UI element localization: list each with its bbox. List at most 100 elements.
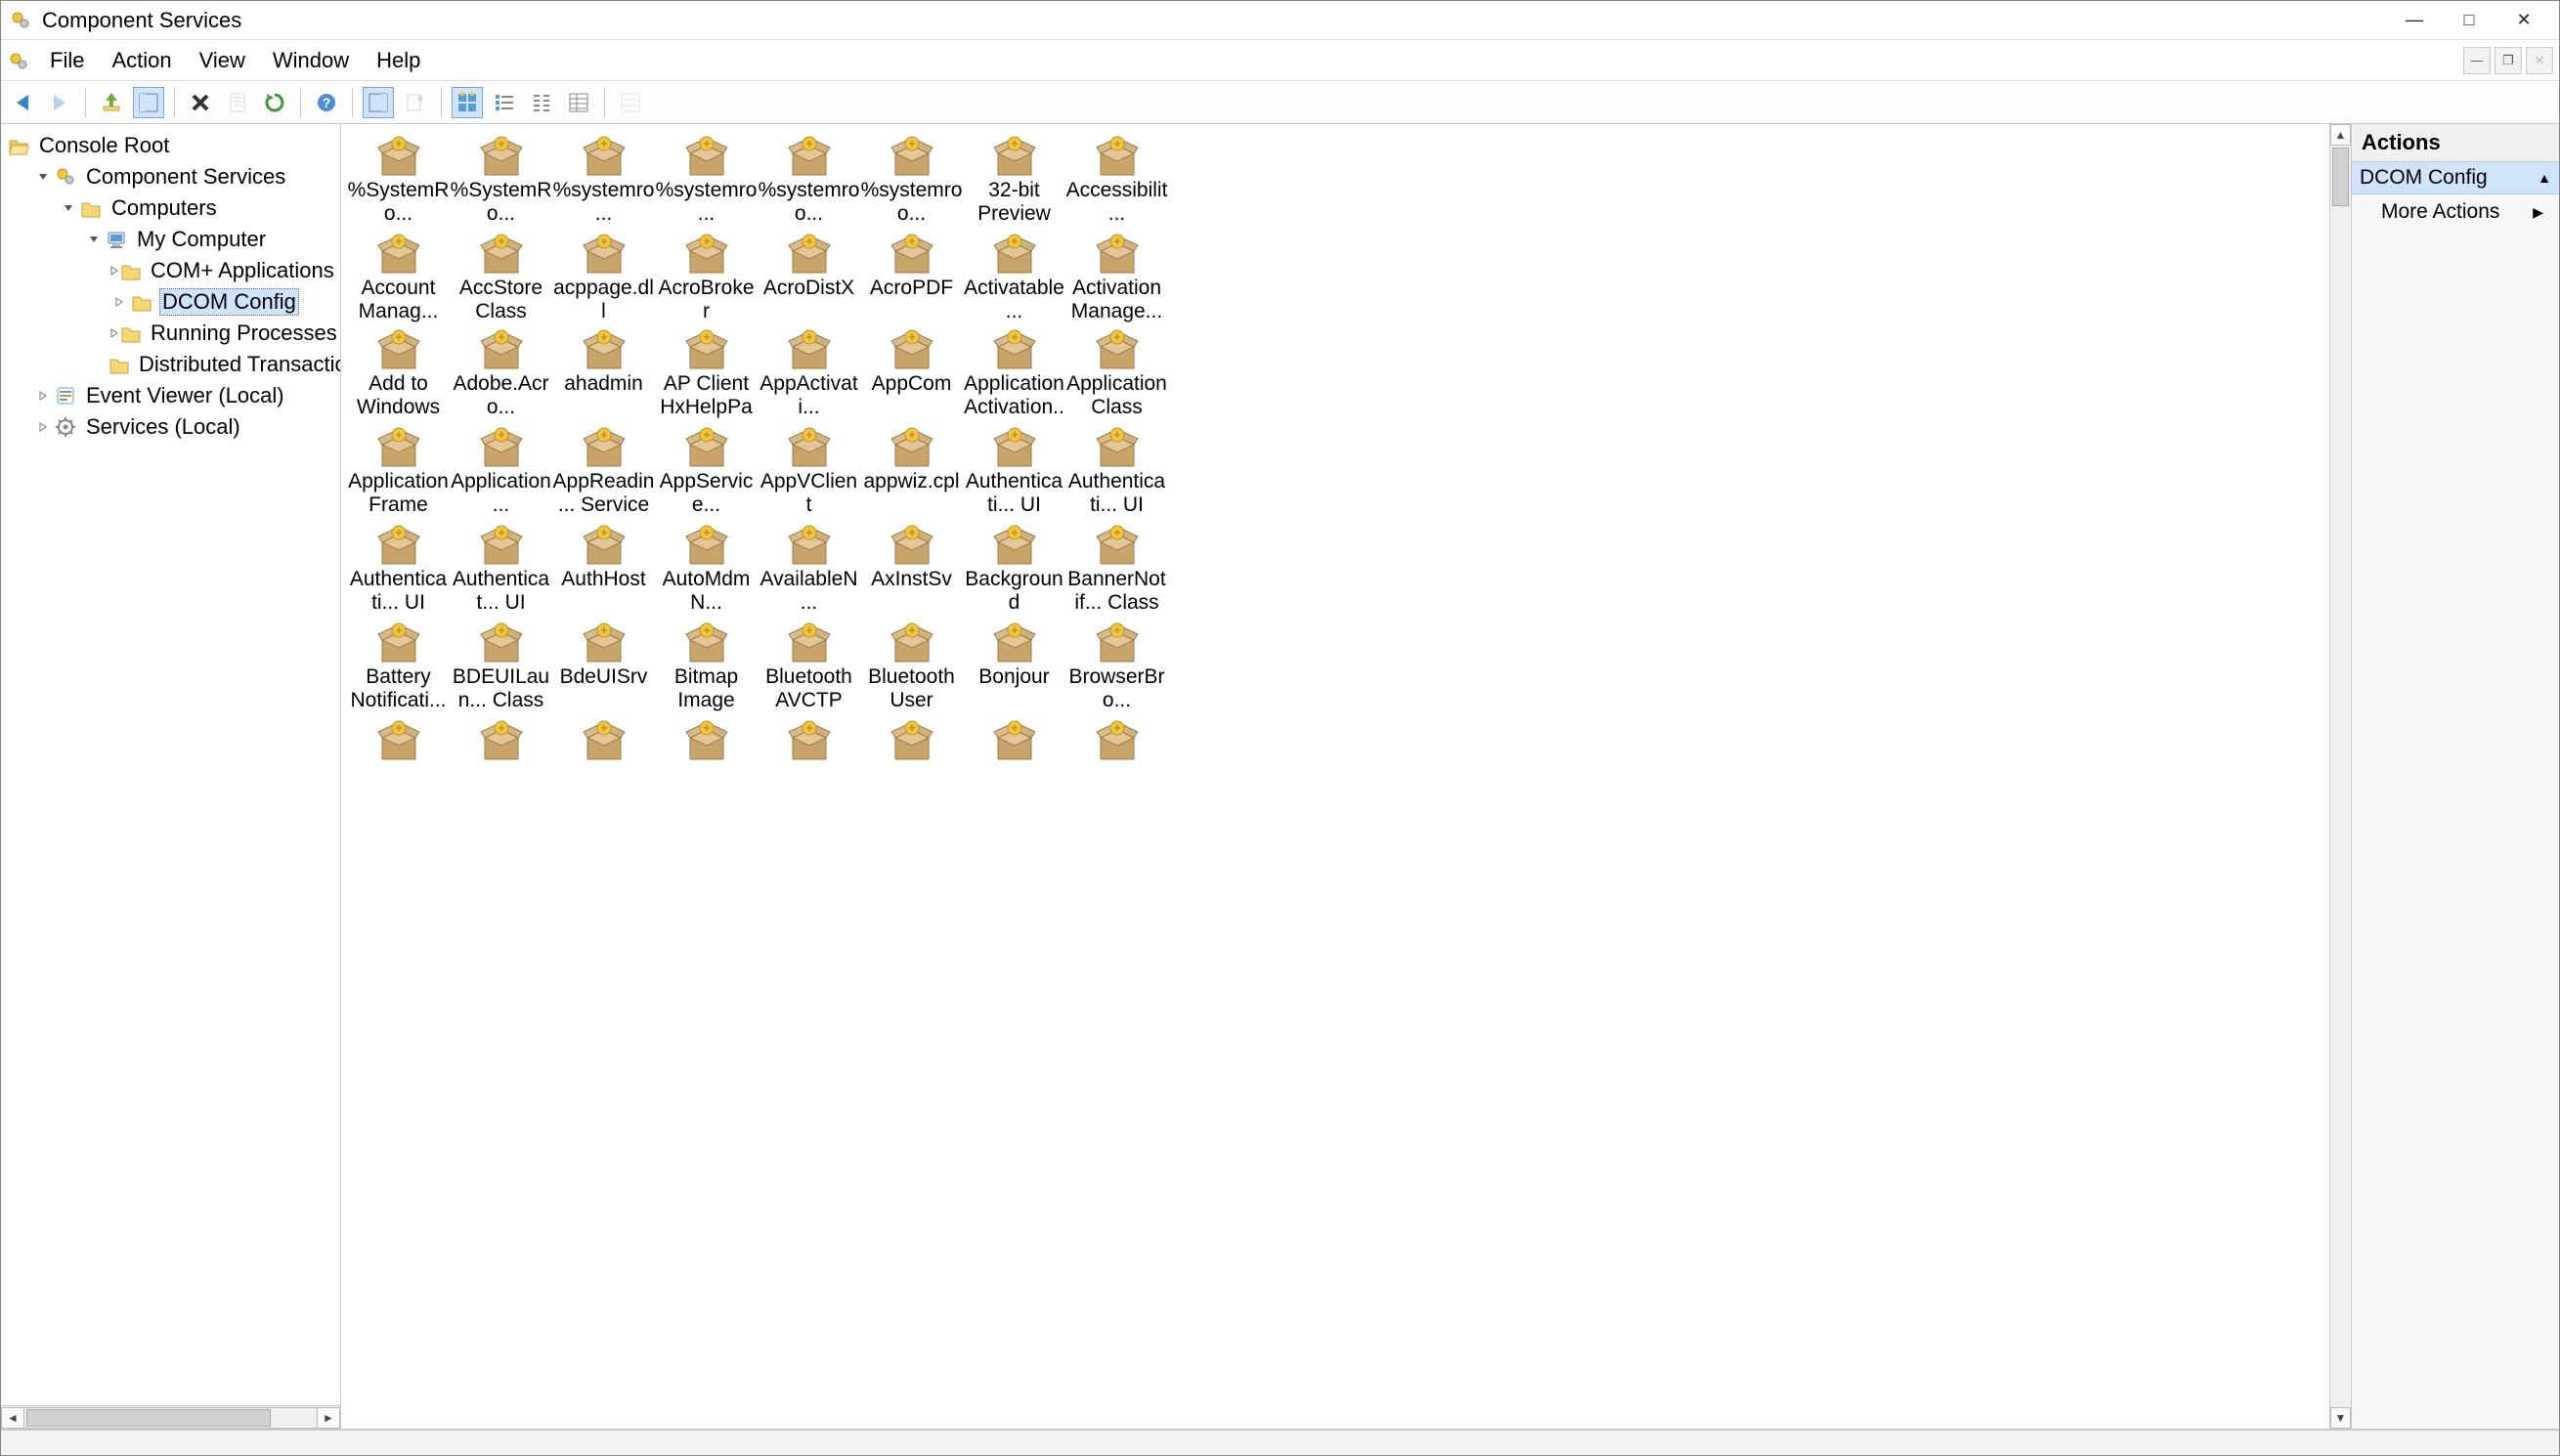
toolbar-list-button[interactable] (526, 87, 557, 118)
dcom-item[interactable]: Account Manag... (347, 230, 450, 323)
dcom-item[interactable]: Authenticati... UI CredUI O... (1065, 423, 1168, 519)
dcom-item[interactable]: AxInstSv (860, 521, 963, 617)
tree-node[interactable]: COM+ Applications (1, 255, 340, 286)
dcom-item[interactable]: BDEUILaun... Class (450, 619, 552, 714)
tree-node[interactable]: DCOM Config (1, 286, 340, 318)
actions-more-actions[interactable]: More Actions ▶ (2352, 194, 2559, 230)
scroll-down-arrow-icon[interactable]: ▼ (2330, 1407, 2351, 1429)
close-button[interactable]: ✕ (2496, 3, 2551, 38)
dcom-item[interactable]: %systemro... (655, 132, 758, 228)
dcom-item[interactable]: %systemroo... (860, 132, 963, 228)
dcom-item[interactable]: AppVClient (758, 423, 860, 519)
toolbar-back-button[interactable] (7, 87, 38, 118)
dcom-item[interactable]: BdeUISrv (552, 619, 655, 714)
tree-node[interactable]: My Computer (1, 224, 340, 255)
dcom-item[interactable]: Application Class (1065, 325, 1168, 421)
dcom-item[interactable]: acppage.dll (552, 230, 655, 323)
dcom-item[interactable]: Authenticati... UI CredUI O... (963, 423, 1065, 519)
toolbar-details-button[interactable] (563, 87, 594, 118)
dcom-item[interactable] (1065, 716, 1168, 763)
dcom-item[interactable]: appwiz.cpl (860, 423, 963, 519)
menu-action[interactable]: Action (98, 42, 185, 79)
scroll-track[interactable] (24, 1407, 317, 1429)
tree-node-console-root[interactable]: Console Root (1, 130, 340, 161)
dcom-item[interactable]: Activation Manage... (1065, 230, 1168, 323)
menu-help[interactable]: Help (363, 42, 434, 79)
minimize-button[interactable]: — (2387, 3, 2442, 38)
dcom-item[interactable]: AppCom (860, 325, 963, 421)
dcom-item[interactable]: AcroPDF (860, 230, 963, 323)
dcom-item[interactable] (655, 716, 758, 763)
dcom-item[interactable]: Bonjour (963, 619, 1065, 714)
toolbar-refresh-button[interactable] (259, 87, 290, 118)
tree-expander-icon[interactable] (108, 296, 130, 308)
dcom-item[interactable]: Battery Notificati... (347, 619, 450, 714)
dcom-item[interactable] (963, 716, 1065, 763)
dcom-item[interactable] (450, 716, 552, 763)
dcom-item[interactable]: Background Intelligent... (963, 521, 1065, 617)
toolbar-help-button[interactable] (311, 87, 342, 118)
dcom-item[interactable]: %systemro... (552, 132, 655, 228)
dcom-grid[interactable]: %SystemRo... %SystemRo... %systemro... %… (341, 124, 2329, 1429)
dcom-item[interactable]: Activatable... (963, 230, 1065, 323)
console-tree[interactable]: Console Root Component Services Computer… (1, 124, 340, 1405)
dcom-item[interactable]: Application... (450, 423, 552, 519)
tree-expander-icon[interactable] (108, 265, 120, 277)
dcom-item[interactable] (552, 716, 655, 763)
dcom-item[interactable]: %SystemRo... (450, 132, 552, 228)
actions-section-header[interactable]: DCOM Config ▲ (2352, 162, 2559, 194)
toolbar-small-icons-button[interactable] (489, 87, 520, 118)
dcom-item[interactable]: AcroBroker (655, 230, 758, 323)
dcom-item[interactable]: ahadmin (552, 325, 655, 421)
maximize-button[interactable]: □ (2442, 3, 2496, 38)
tree-node[interactable]: Component Services (1, 161, 340, 193)
tree-expander-icon[interactable] (58, 202, 79, 214)
dcom-item[interactable]: Adobe.Acro... (450, 325, 552, 421)
menu-view[interactable]: View (186, 42, 259, 79)
toolbar-delete-button[interactable] (185, 87, 216, 118)
scroll-thumb[interactable] (26, 1409, 271, 1427)
tree-horizontal-scrollbar[interactable]: ◄ ► (1, 1405, 340, 1429)
dcom-item[interactable] (347, 716, 450, 763)
menu-window[interactable]: Window (259, 42, 363, 79)
dcom-item[interactable]: AppActivati... (758, 325, 860, 421)
mdi-minimize-button[interactable]: — (2463, 47, 2491, 74)
tree-node[interactable]: Distributed Transaction Coordinator (1, 349, 340, 380)
toolbar-forward-button[interactable] (44, 87, 75, 118)
dcom-item[interactable]: BrowserBro... (1065, 619, 1168, 714)
toolbar-up-button[interactable] (96, 87, 127, 118)
scroll-up-arrow-icon[interactable]: ▲ (2330, 124, 2351, 146)
dcom-item[interactable]: Bluetooth User Service (860, 619, 963, 714)
dcom-item[interactable] (860, 716, 963, 763)
toolbar-large-icons-button[interactable] (452, 87, 483, 118)
dcom-item[interactable] (758, 716, 860, 763)
tree-expander-icon[interactable] (32, 390, 54, 402)
dcom-item[interactable]: Accessibilit... (1065, 132, 1168, 228)
dcom-item[interactable]: Bluetooth AVCTP Service (758, 619, 860, 714)
tree-expander-icon[interactable] (32, 171, 54, 183)
dcom-item[interactable]: AP Client HxHelpPan... (655, 325, 758, 421)
scroll-left-arrow-icon[interactable]: ◄ (1, 1407, 24, 1429)
dcom-item[interactable]: %systemroo... (758, 132, 860, 228)
mdi-restore-button[interactable]: ❐ (2495, 47, 2522, 74)
tree-node[interactable]: Computers (1, 193, 340, 224)
scroll-right-arrow-icon[interactable]: ► (317, 1407, 340, 1429)
dcom-item[interactable]: Application Activation... (963, 325, 1065, 421)
dcom-item[interactable]: BannerNotif... Class (1065, 521, 1168, 617)
dcom-item[interactable]: %SystemRo... (347, 132, 450, 228)
mdi-close-button[interactable]: ✕ (2526, 47, 2553, 74)
dcom-item[interactable]: AvailableN... (758, 521, 860, 617)
menu-file[interactable]: File (36, 42, 98, 79)
tree-node[interactable]: Event Viewer (Local) (1, 380, 340, 411)
toolbar-configure-button[interactable] (615, 87, 646, 118)
dcom-item[interactable]: Application Frame Host (347, 423, 450, 519)
dcom-item[interactable]: AutoMdmN... (655, 521, 758, 617)
toolbar-properties-button[interactable] (222, 87, 253, 118)
dcom-item[interactable]: AppReadin... Service (552, 423, 655, 519)
dcom-item[interactable]: AccStore Class (450, 230, 552, 323)
dcom-item[interactable]: Bitmap Image (655, 619, 758, 714)
dcom-item[interactable]: 32-bit Preview Handler Surr... (963, 132, 1065, 228)
tree-node[interactable]: Running Processes (1, 318, 340, 349)
content-vertical-scrollbar[interactable]: ▲ ▼ (2329, 124, 2351, 1429)
scroll-track[interactable] (2330, 146, 2351, 1407)
